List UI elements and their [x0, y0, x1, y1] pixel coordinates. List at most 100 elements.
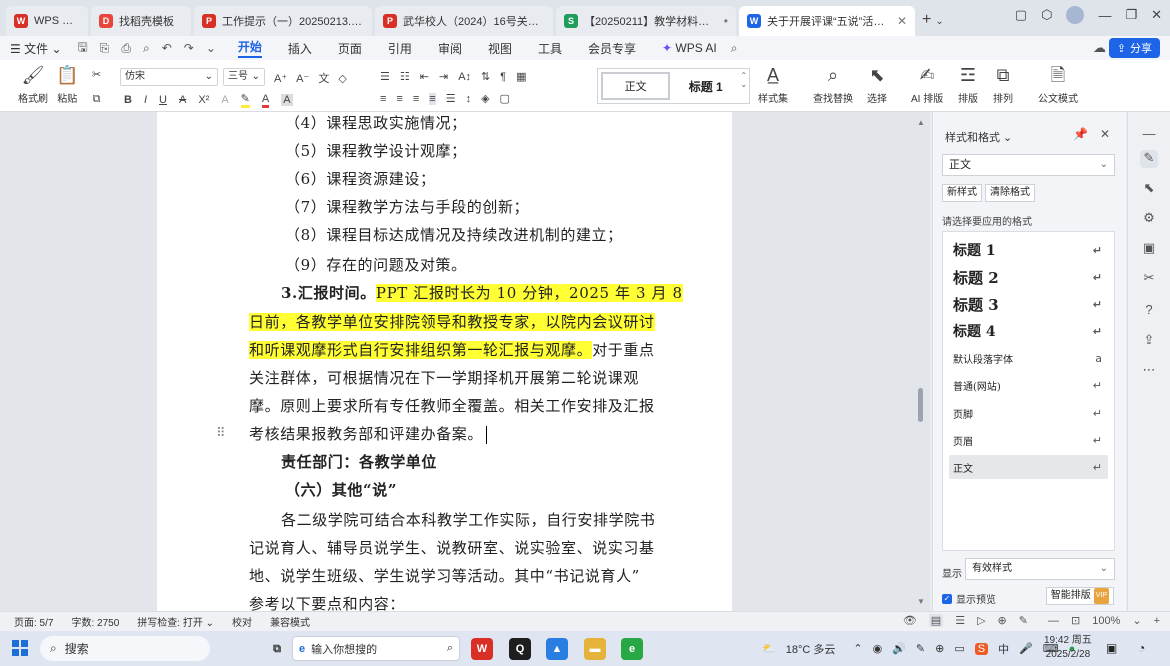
format-painter-button[interactable]: 🖌 格式刷	[18, 64, 48, 105]
align-right-icon[interactable]: ≡	[413, 93, 419, 105]
spellcheck-toggle[interactable]: 拼写检查: 打开 ⌄	[137, 614, 214, 629]
menu-tab-references[interactable]: 引用	[388, 40, 412, 57]
menu-tab-page[interactable]: 页面	[338, 40, 362, 57]
cut-icon[interactable]: ✂	[92, 68, 101, 81]
arrange-button[interactable]: ⧉ 排列	[993, 64, 1013, 105]
scroll-down-icon[interactable]: ▼	[915, 597, 927, 606]
redo-icon[interactable]: ↷	[184, 41, 194, 55]
current-style-select[interactable]: 正文 ⌄	[942, 154, 1115, 176]
find-replace-button[interactable]: ⌕ 查找替换	[813, 64, 853, 105]
borders-icon[interactable]: ▢	[500, 92, 510, 105]
windows-start-icon[interactable]	[12, 640, 28, 656]
paste-button[interactable]: 📋 粘贴	[56, 64, 78, 105]
read-mode-icon[interactable]: ▷	[977, 614, 985, 627]
export-icon[interactable]: ⎘	[100, 41, 110, 56]
undo-icon[interactable]: ↶	[162, 41, 172, 55]
menu-tab-tools[interactable]: 工具	[538, 40, 562, 57]
style-heading-1[interactable]: 标题 1	[673, 69, 738, 103]
preview-icon[interactable]: ⌕	[143, 41, 150, 56]
text-direction-icon[interactable]: A↕	[458, 71, 471, 83]
strikethrough-icon[interactable]: A	[179, 94, 186, 106]
style-normal[interactable]: 正文	[601, 72, 671, 100]
save-icon[interactable]: 🖫	[78, 38, 88, 59]
taskbar-clock[interactable]: 19:42 周五 2025/2/28	[1044, 634, 1092, 662]
select-cursor-icon[interactable]: ⬉	[1140, 180, 1158, 198]
scrollbar-thumb[interactable]	[918, 388, 923, 422]
tab-list-chevron-icon[interactable]: ⌄	[935, 16, 943, 27]
adjust-icon[interactable]: ⚙	[1140, 210, 1158, 228]
file-explorer-icon[interactable]: ▬	[584, 638, 606, 660]
style-item-default-font[interactable]: 默认段落字体 a	[949, 346, 1108, 370]
collapse-icon[interactable]: —	[1140, 126, 1158, 144]
paragraph-drag-handle-icon[interactable]: ⠿	[216, 425, 226, 441]
weather-icon[interactable]: ⛅	[762, 642, 776, 655]
phonetic-icon[interactable]: 文	[318, 70, 329, 86]
numbered-list-icon[interactable]: ☷	[400, 70, 410, 83]
justify-icon[interactable]: ≡	[429, 92, 436, 105]
italic-icon[interactable]: I	[144, 94, 147, 106]
char-shading-icon[interactable]: A	[281, 94, 293, 106]
close-icon[interactable]: ✕	[1100, 127, 1110, 141]
font-size-select[interactable]: 三号 ⌄	[223, 68, 265, 86]
eye-protect-icon[interactable]: 👁	[903, 614, 917, 627]
network-icon[interactable]: ⊕	[935, 642, 944, 655]
close-icon[interactable]: ✕	[897, 14, 907, 28]
ime-indicator[interactable]: 中	[998, 641, 1009, 657]
shading-icon[interactable]: ◈	[481, 92, 489, 105]
style-item-heading-2[interactable]: 标题 2 ↵	[949, 265, 1108, 289]
style-item-header[interactable]: 页眉 ↵	[949, 428, 1108, 452]
tab-spreadsheet-summary[interactable]: S 【20250211】教学材料检查汇总 •	[556, 6, 736, 36]
smart-layout-button[interactable]: 智能排版 VIP	[1045, 587, 1114, 605]
mic-icon[interactable]: 🎤	[1019, 642, 1033, 655]
minimize-icon[interactable]: —	[1098, 8, 1111, 23]
select-button[interactable]: ⬉ 选择	[867, 64, 887, 105]
wps-taskbar-icon[interactable]: W	[471, 638, 493, 660]
web-view-icon[interactable]: ⊕	[998, 614, 1007, 627]
decrease-indent-icon[interactable]: ⇤	[420, 70, 429, 83]
maximize-icon[interactable]: ❐	[1125, 7, 1137, 23]
copy-icon[interactable]: ⧉	[93, 93, 101, 106]
zoom-out-icon[interactable]: —	[1048, 615, 1059, 627]
tab-pdf-notice[interactable]: P 武华校人（2024）16号关于印发《	[375, 6, 553, 36]
new-style-button[interactable]: 新样式	[942, 184, 982, 202]
menu-tab-view[interactable]: 视图	[488, 40, 512, 57]
browser-app-icon[interactable]: e	[621, 638, 643, 660]
styles-pen-icon[interactable]: ✎	[1140, 150, 1158, 168]
help-icon[interactable]: ?	[1140, 302, 1158, 320]
cloud-app-icon[interactable]: ▲	[546, 638, 568, 660]
settings-cube-icon[interactable]: ⬡	[1041, 7, 1052, 23]
line-spacing-icon[interactable]: ↕	[466, 93, 472, 105]
window-close-icon[interactable]: ✕	[1151, 7, 1162, 23]
layout-button[interactable]: ☲ 排版	[958, 64, 978, 105]
doc-mode-button[interactable]: 🗎 公文模式	[1038, 64, 1078, 105]
tools-icon[interactable]: ✂	[1140, 270, 1158, 288]
style-item-heading-4[interactable]: 标题 4 ↵	[949, 319, 1108, 343]
chevron-down-icon[interactable]: ⌄	[1132, 614, 1141, 627]
avatar[interactable]	[1066, 6, 1085, 24]
clear-format-button[interactable]: 清除格式	[985, 184, 1035, 202]
pen-icon[interactable]: ✎	[916, 642, 925, 655]
table-icon[interactable]: ▦	[516, 70, 526, 83]
show-filter-select[interactable]: 有效样式 ⌄	[965, 558, 1115, 580]
outline-view-icon[interactable]: ☰	[955, 614, 965, 627]
search-icon[interactable]: ⌕	[731, 41, 738, 56]
more-icon[interactable]: ⋯	[1140, 362, 1158, 380]
menu-tab-insert[interactable]: 插入	[288, 40, 312, 57]
sogou-icon[interactable]: S	[974, 642, 989, 655]
new-tab-icon[interactable]: +	[922, 11, 931, 29]
proofread-button[interactable]: 校对	[232, 614, 252, 629]
style-item-heading-1[interactable]: 标题 1 ↵	[949, 238, 1108, 262]
highlight-color-icon[interactable]: ✎	[240, 92, 250, 108]
style-item-heading-3[interactable]: 标题 3 ↵	[949, 292, 1108, 316]
font-color-icon[interactable]: A	[261, 93, 270, 108]
align-center-icon[interactable]: ≡	[396, 93, 402, 105]
notification-icon[interactable]: ▣	[1106, 641, 1117, 655]
superscript-icon[interactable]: X²	[198, 94, 209, 106]
cloud-sync-icon[interactable]: ☁	[1093, 40, 1106, 56]
fit-page-icon[interactable]: ⊡	[1071, 614, 1080, 627]
shrink-font-icon[interactable]: A⁻	[296, 72, 309, 85]
align-left-icon[interactable]: ≡	[380, 93, 386, 105]
style-item-footer[interactable]: 页脚 ↵	[949, 401, 1108, 425]
qq-icon[interactable]: Q	[509, 638, 531, 660]
tray-expand-icon[interactable]: ⌃	[853, 642, 862, 655]
